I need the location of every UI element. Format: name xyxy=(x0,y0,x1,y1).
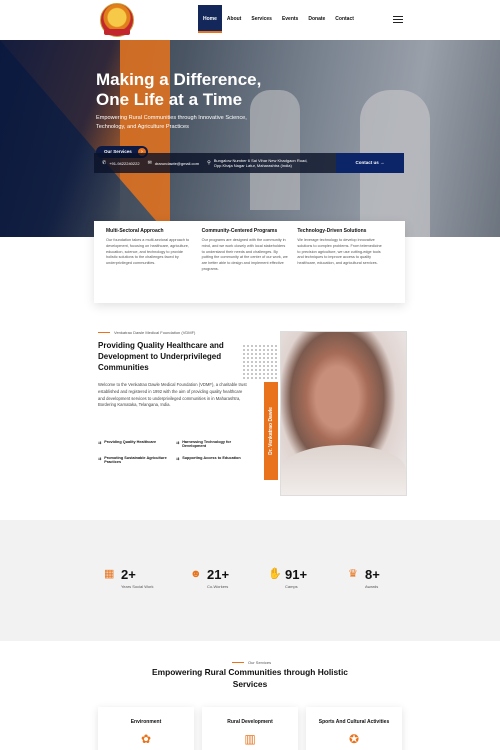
nav-events[interactable]: Events xyxy=(277,5,303,33)
stat-item: ♛ 8+ Awards xyxy=(348,567,380,590)
service-card[interactable]: Environment ✿ xyxy=(98,707,194,750)
check-item: ⇉ Harnessing Technology for Development xyxy=(176,440,232,448)
check-icon: ⇉ xyxy=(98,457,102,461)
services-eyebrow: Our Services xyxy=(232,660,271,665)
check-item: ⇉ Promoting Sustainable Agriculture Pract… xyxy=(98,456,167,464)
hero-banner: Making a Difference, One Life at a Time E… xyxy=(0,40,500,237)
about-eyebrow: Venkatrao Dawle Medical Foundation (VDMF… xyxy=(98,330,195,335)
contact-us-button[interactable]: Contact us → xyxy=(336,153,404,173)
feature-item: Technology-Driven Solutions We leverage … xyxy=(297,228,393,296)
about-body: Welcome to the Venkatrao Dawle Medical F… xyxy=(98,382,247,408)
hero-subtitle: Empowering Rural Communities through Inn… xyxy=(96,115,247,130)
feature-title: Multi-Sectoral Approach xyxy=(106,228,164,234)
check-icon: ⇉ xyxy=(176,457,180,461)
email-item[interactable]: ✉ drarundawle@gmail.com xyxy=(148,160,200,166)
feature-text: We leverage technology to develop innova… xyxy=(297,238,382,266)
hamburger-menu-icon[interactable] xyxy=(393,16,403,23)
service-card[interactable]: Sports And Cultural Activities ✪ xyxy=(306,707,402,750)
contact-info-bar: ✆ +91-9422240222 ✉ drarundawle@gmail.com ⚲… xyxy=(94,153,336,173)
stats-section: ▦ 2+ Years Social Work ☻ 21+ Co-Workers ✋ … xyxy=(0,520,500,641)
services-heading: Empowering Rural Communities through Hol… xyxy=(152,667,348,689)
check-item: ⇉ Providing Quality Healthcare xyxy=(98,440,170,448)
logo-ribbon xyxy=(104,29,130,35)
main-nav: Home About Services Events Donate Contac… xyxy=(198,5,359,33)
building-icon: ▥ xyxy=(244,732,256,746)
about-checklist: ⇉ Providing Quality Healthcare ⇉ Harnessin… xyxy=(98,440,248,464)
location-pin-icon: ⚲ xyxy=(207,159,211,166)
phone-item[interactable]: ✆ +91-9422240222 xyxy=(102,160,140,166)
feature-text: Our programs are designed with the commu… xyxy=(201,238,288,271)
mail-icon: ✉ xyxy=(147,160,152,166)
dot-pattern xyxy=(242,344,278,380)
address-item: ⚲ Bungalow Number 6 Sai Vihar New Khadgao… xyxy=(207,158,308,168)
check-icon: ⇉ xyxy=(98,441,102,445)
check-icon: ⇉ xyxy=(176,441,180,445)
leaf-icon: ✿ xyxy=(140,732,152,746)
people-icon: ☻ xyxy=(190,568,202,580)
nav-services[interactable]: Services xyxy=(246,5,277,33)
about-section: Venkatrao Dawle Medical Foundation (VDMF… xyxy=(0,320,500,520)
feature-item: Multi-Sectoral Approach Our foundation t… xyxy=(106,228,202,296)
service-card[interactable]: Rural Development ▥ xyxy=(202,707,298,750)
check-item: ⇉ Supporting Access to Education xyxy=(176,456,248,464)
nav-contact[interactable]: Contact xyxy=(330,5,359,33)
services-section: Our Services Empowering Rural Communitie… xyxy=(0,641,500,750)
features-card: Multi-Sectoral Approach Our foundation t… xyxy=(94,221,405,303)
stat-item: ▦ 2+ Years Social Work xyxy=(104,567,154,590)
nav-about[interactable]: About xyxy=(222,5,246,33)
feature-item: Community-Centered Programs Our programs… xyxy=(202,228,298,296)
calendar-icon: ▦ xyxy=(104,568,115,580)
feature-title: Community-Centered Programs xyxy=(201,228,278,234)
stat-item: ✋ 91+ Camps xyxy=(268,567,308,590)
founder-photo xyxy=(280,331,407,496)
feature-text: Our foundation takes a multi-sectoral ap… xyxy=(106,238,190,266)
site-header: Home About Services Events Donate Contac… xyxy=(0,0,500,40)
stat-item: ☻ 21+ Co-Workers xyxy=(190,567,230,590)
hero-title: Making a Difference, One Life at a Time xyxy=(96,70,262,109)
phone-icon: ✆ xyxy=(102,160,107,166)
award-icon: ✪ xyxy=(348,732,360,746)
nav-donate[interactable]: Donate xyxy=(303,5,330,33)
handshake-icon: ✋ xyxy=(268,568,282,580)
trophy-icon: ♛ xyxy=(348,568,358,580)
founder-name-badge: Dr. Venkatrao Dawle xyxy=(264,382,278,480)
nav-home[interactable]: Home xyxy=(198,5,222,33)
about-heading: Providing Quality Healthcare and Develop… xyxy=(98,341,224,372)
feature-title: Technology-Driven Solutions xyxy=(297,228,367,234)
